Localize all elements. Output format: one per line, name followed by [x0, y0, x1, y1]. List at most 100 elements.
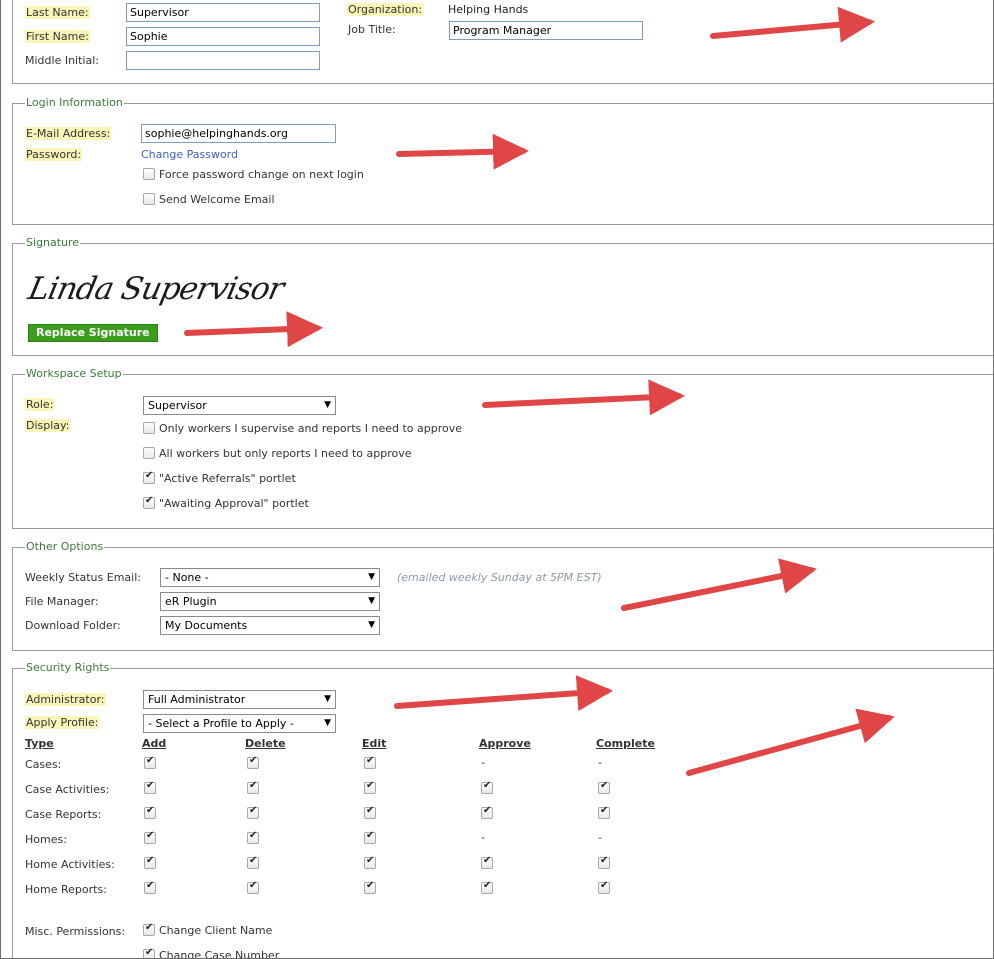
rights-not-applicable: -	[598, 756, 602, 769]
rights-checkbox-approve[interactable]	[481, 855, 493, 869]
rights-checkbox-edit[interactable]	[364, 755, 376, 769]
rights-checkbox-add[interactable]	[144, 780, 156, 794]
rights-checkbox-edit[interactable]	[364, 855, 376, 869]
chevron-down-icon: ▼	[368, 620, 375, 630]
role-select-value: Supervisor	[148, 399, 207, 412]
rights-checkbox-approve[interactable]	[481, 780, 493, 794]
change-password-link[interactable]: Change Password	[141, 148, 238, 162]
rights-row-type: Home Reports:	[25, 883, 107, 896]
rights-checkbox-edit[interactable]	[364, 805, 376, 819]
rights-not-applicable: -	[481, 756, 485, 769]
rights-checkbox-delete[interactable]	[247, 780, 259, 794]
display-label: Display:	[25, 419, 71, 432]
weekly-status-email-label: Weekly Status Email:	[25, 571, 141, 584]
middle-initial-field[interactable]	[126, 51, 320, 70]
rights-checkbox-complete[interactable]	[598, 780, 610, 794]
misc-permission-checkbox-2[interactable]	[143, 947, 155, 958]
signature-legend: Signature	[25, 236, 81, 250]
rights-checkbox-delete[interactable]	[247, 855, 259, 869]
misc-permission-label-2: Change Case Number	[159, 949, 280, 959]
misc-permission-checkbox-1[interactable]	[143, 922, 155, 936]
administrator-value: Full Administrator	[148, 693, 246, 706]
force-password-change-checkbox[interactable]	[143, 168, 155, 180]
replace-signature-button[interactable]: Replace Signature	[28, 324, 158, 342]
last-name-label: Last Name:	[25, 6, 90, 19]
login-information-legend: Login Information	[25, 96, 124, 110]
rights-header-delete: Delete	[245, 737, 286, 750]
last-name-field[interactable]: Supervisor	[126, 3, 320, 22]
apply-profile-select[interactable]: - Select a Profile to Apply - ▼	[143, 714, 336, 733]
middle-initial-label: Middle Initial:	[25, 54, 99, 67]
rights-row-type: Home Activities:	[25, 858, 115, 871]
weekly-status-email-select[interactable]: - None - ▼	[160, 568, 380, 587]
rights-checkbox-complete[interactable]	[598, 805, 610, 819]
rights-header-add: Add	[142, 737, 167, 750]
rights-checkbox-delete[interactable]	[247, 755, 259, 769]
rights-not-applicable: -	[598, 831, 602, 844]
rights-checkbox-complete[interactable]	[598, 880, 610, 894]
organization-value: Helping Hands	[448, 3, 529, 16]
display-option-checkbox-3[interactable]	[143, 470, 155, 484]
display-option-checkbox-2[interactable]	[143, 447, 155, 459]
rights-checkbox-add[interactable]	[144, 855, 156, 869]
download-folder-label: Download Folder:	[25, 619, 121, 632]
signature-image: Linda Supervisor	[25, 263, 287, 321]
rights-checkbox-complete[interactable]	[598, 855, 610, 869]
download-folder-select[interactable]: My Documents ▼	[160, 616, 380, 635]
rights-row-type: Case Activities:	[25, 783, 110, 796]
display-option-checkbox-1[interactable]	[143, 422, 155, 434]
rights-checkbox-delete[interactable]	[247, 805, 259, 819]
rights-header-edit: Edit	[362, 737, 387, 750]
chevron-down-icon: ▼	[324, 400, 331, 410]
display-option-checkbox-4[interactable]	[143, 495, 155, 509]
rights-header-type: Type	[25, 737, 54, 750]
misc-permission-label-1: Change Client Name	[159, 924, 273, 937]
first-name-label: First Name:	[25, 30, 90, 43]
rights-checkbox-edit[interactable]	[364, 830, 376, 844]
rights-checkbox-delete[interactable]	[247, 880, 259, 894]
file-manager-select[interactable]: eR Plugin ▼	[160, 592, 380, 611]
job-title-field[interactable]: Program Manager	[449, 21, 643, 40]
security-rights-legend: Security Rights	[25, 661, 111, 675]
display-option-label-4: "Awaiting Approval" portlet	[159, 497, 309, 510]
rights-checkbox-add[interactable]	[144, 880, 156, 894]
force-password-change-label: Force password change on next login	[159, 168, 364, 181]
administrator-select[interactable]: Full Administrator ▼	[143, 690, 336, 709]
display-option-label-1: Only workers I supervise and reports I n…	[159, 422, 462, 435]
rights-checkbox-delete[interactable]	[247, 830, 259, 844]
weekly-status-email-hint: (emailed weekly Sunday at 5PM EST)	[397, 571, 602, 584]
other-options-legend: Other Options	[25, 540, 105, 554]
rights-header-approve: Approve	[479, 737, 531, 750]
role-label: Role:	[25, 398, 55, 411]
apply-profile-label: Apply Profile:	[25, 716, 100, 729]
role-select[interactable]: Supervisor ▼	[143, 396, 336, 415]
rights-checkbox-approve[interactable]	[481, 880, 493, 894]
rights-checkbox-add[interactable]	[144, 805, 156, 819]
rights-checkbox-add[interactable]	[144, 830, 156, 844]
organization-label: Organization:	[347, 3, 424, 16]
weekly-status-email-value: - None -	[165, 571, 209, 584]
rights-checkbox-edit[interactable]	[364, 880, 376, 894]
send-welcome-email-checkbox[interactable]	[143, 193, 155, 205]
administrator-label: Administrator:	[25, 693, 106, 706]
email-field[interactable]: sophie@helpinghands.org	[141, 124, 336, 143]
rights-row-type: Homes:	[25, 833, 67, 846]
apply-profile-value: - Select a Profile to Apply -	[148, 717, 294, 730]
password-label: Password:	[25, 148, 83, 161]
user-profile-form: Last Name: Supervisor First Name: Sophie…	[0, 0, 994, 959]
first-name-field[interactable]: Sophie	[126, 27, 320, 46]
download-folder-value: My Documents	[165, 619, 248, 632]
rights-checkbox-approve[interactable]	[481, 805, 493, 819]
email-label: E-Mail Address:	[25, 127, 112, 140]
rights-checkbox-add[interactable]	[144, 755, 156, 769]
security-rights-section: Security Rights	[12, 661, 993, 958]
chevron-down-icon: ▼	[368, 596, 375, 606]
misc-permissions-label: Misc. Permissions:	[25, 925, 126, 938]
signature-script: Linda Supervisor	[25, 271, 287, 307]
chevron-down-icon: ▼	[324, 718, 331, 728]
rights-not-applicable: -	[481, 831, 485, 844]
rights-row-type: Cases:	[25, 758, 62, 771]
rights-checkbox-edit[interactable]	[364, 780, 376, 794]
display-option-label-3: "Active Referrals" portlet	[159, 472, 296, 485]
rights-row-type: Case Reports:	[25, 808, 102, 821]
